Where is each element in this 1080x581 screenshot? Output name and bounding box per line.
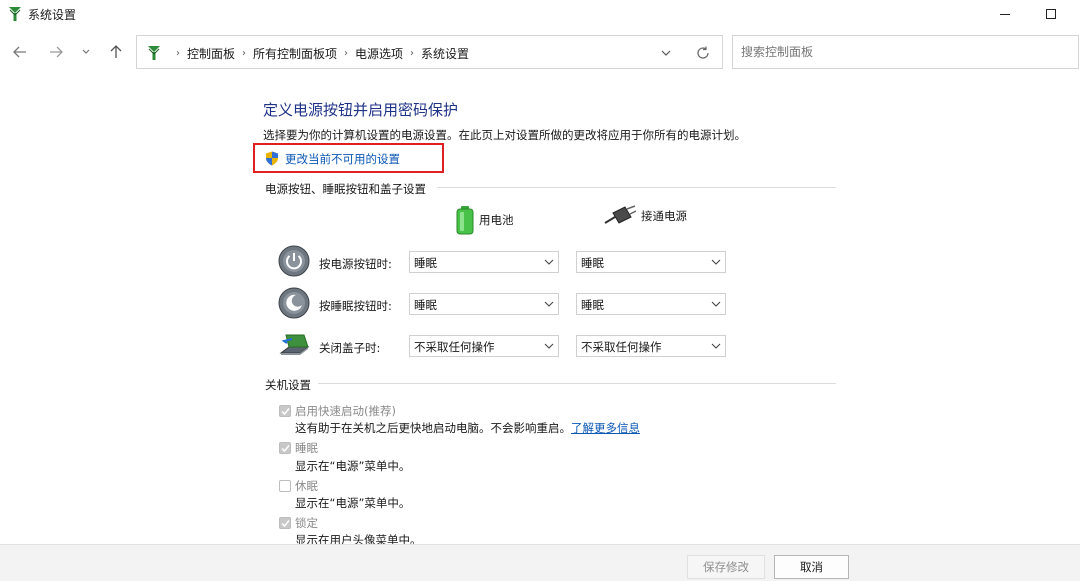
chevron-down-icon	[544, 343, 554, 349]
lid-close-plugged-select[interactable]: 不采取任何操作	[576, 335, 726, 357]
fast-startup-description: 这有助于在关机之后更快地启动电脑。不会影响重启。了解更多信息	[295, 420, 640, 436]
arrow-right-icon	[50, 46, 63, 58]
chevron-down-icon	[661, 50, 671, 56]
breadcrumb: › 控制面板 › 所有控制面板项 › 电源选项 › 系统设置	[169, 45, 469, 62]
sleep-button-icon	[278, 287, 310, 319]
column-header-plugged: 接通电源	[603, 205, 687, 227]
power-plug-icon	[604, 205, 637, 224]
fast-startup-desc-text: 这有助于在关机之后更快地启动电脑。不会影响重启。	[295, 421, 571, 435]
checkmark-icon	[281, 520, 290, 528]
breadcrumb-item[interactable]: 电源选项	[355, 45, 403, 62]
fast-startup-label: 启用快速启动(推荐)	[295, 404, 396, 418]
chevron-down-icon	[711, 301, 721, 307]
hibernate-option-label: 休眠	[295, 479, 318, 493]
lock-checkbox[interactable]	[279, 517, 291, 529]
power-button-plugged-select[interactable]: 睡眠	[576, 251, 726, 273]
breadcrumb-separator: ›	[176, 48, 180, 59]
recent-locations-button[interactable]	[76, 40, 96, 64]
battery-icon	[456, 206, 474, 235]
power-button-icon	[278, 245, 310, 277]
chevron-down-icon	[544, 301, 554, 307]
refresh-icon	[697, 46, 709, 59]
laptop-lid-icon	[279, 334, 310, 355]
sleep-button-plugged-select[interactable]: 睡眠	[576, 293, 726, 315]
chevron-down-icon	[711, 343, 721, 349]
sleep-button-label: 按睡眠按钮时:	[319, 299, 392, 313]
section-divider	[318, 383, 836, 384]
breadcrumb-separator: ›	[242, 48, 247, 59]
select-value: 睡眠	[581, 256, 604, 270]
section-divider	[437, 187, 836, 188]
save-changes-button[interactable]: 保存修改	[687, 555, 765, 579]
control-panel-icon	[148, 46, 160, 60]
power-button-label: 按电源按钮时:	[319, 257, 392, 271]
breadcrumb-separator: ›	[410, 48, 415, 59]
lock-option-label: 锁定	[295, 516, 318, 530]
section-title-shutdown: 关机设置	[265, 378, 311, 392]
breadcrumb-item[interactable]: 系统设置	[421, 45, 469, 62]
up-button[interactable]	[104, 40, 128, 64]
change-unavailable-settings-link[interactable]: 更改当前不可用的设置	[285, 151, 400, 167]
title-bar: 系统设置	[0, 0, 1080, 28]
column-label-plugged: 接通电源	[641, 209, 687, 223]
refresh-button[interactable]	[693, 43, 713, 63]
control-panel-icon	[9, 7, 21, 21]
select-value: 睡眠	[414, 256, 437, 270]
sleep-button-battery-select[interactable]: 睡眠	[409, 293, 559, 315]
learn-more-link[interactable]: 了解更多信息	[571, 421, 640, 435]
cancel-button[interactable]: 取消	[774, 555, 849, 579]
window-title: 系统设置	[28, 8, 77, 22]
footer-bar: 保存修改 取消	[0, 544, 1080, 581]
chevron-down-icon	[544, 259, 554, 265]
select-value: 睡眠	[581, 298, 604, 312]
column-header-battery: 用电池	[455, 205, 514, 235]
chevron-down-icon	[711, 259, 721, 265]
uac-shield-icon	[266, 151, 278, 166]
breadcrumb-separator: ›	[344, 48, 349, 59]
maximize-button[interactable]	[1028, 0, 1074, 28]
arrow-up-icon	[110, 45, 122, 58]
page-title: 定义电源按钮并启用密码保护	[263, 101, 459, 119]
arrow-left-icon	[13, 46, 26, 58]
power-button-battery-select[interactable]: 睡眠	[409, 251, 559, 273]
lid-close-label: 关闭盖子时:	[319, 341, 381, 355]
maximize-icon	[1046, 9, 1056, 19]
page-description: 选择要为你的计算机设置的电源设置。在此页上对设置所做的更改将应用于你所有的电源计…	[263, 128, 746, 142]
sleep-checkbox[interactable]	[279, 442, 291, 454]
sleep-option-description: 显示在“电源”菜单中。	[295, 459, 411, 473]
hibernate-checkbox[interactable]	[279, 480, 291, 492]
select-value: 睡眠	[414, 298, 437, 312]
minimize-button[interactable]	[982, 0, 1028, 28]
minimize-icon	[1000, 13, 1010, 15]
breadcrumb-item[interactable]: 所有控制面板项	[253, 45, 337, 62]
select-value: 不采取任何操作	[414, 340, 495, 354]
select-value: 不采取任何操作	[581, 340, 662, 354]
search-input[interactable]	[732, 35, 1079, 69]
forward-button[interactable]	[44, 40, 68, 64]
lid-close-battery-select[interactable]: 不采取任何操作	[409, 335, 559, 357]
address-bar[interactable]: › 控制面板 › 所有控制面板项 › 电源选项 › 系统设置	[136, 35, 723, 69]
checkmark-icon	[281, 408, 290, 416]
column-label-battery: 用电池	[479, 213, 514, 227]
chevron-down-icon	[82, 49, 90, 54]
address-history-button[interactable]	[656, 43, 676, 63]
back-button[interactable]	[8, 40, 32, 64]
checkmark-icon	[281, 445, 290, 453]
hibernate-option-description: 显示在“电源”菜单中。	[295, 496, 411, 510]
breadcrumb-item[interactable]: 控制面板	[187, 45, 235, 62]
section-title-power-buttons: 电源按钮、睡眠按钮和盖子设置	[265, 182, 426, 196]
change-settings-highlight: 更改当前不可用的设置	[253, 143, 444, 173]
fast-startup-checkbox[interactable]	[279, 405, 291, 417]
sleep-option-label: 睡眠	[295, 441, 318, 455]
